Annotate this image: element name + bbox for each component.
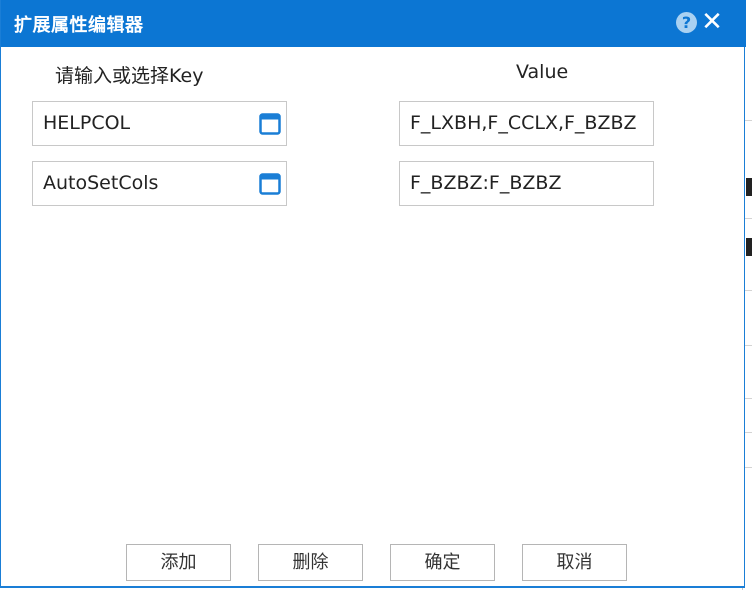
value-input-row-1[interactable]: F_LXBH,F_CCLX,F_BZBZ [399,101,654,146]
help-icon[interactable]: ? [676,12,697,33]
value-column-header: Value [516,61,569,83]
delete-button[interactable]: 删除 [258,544,363,581]
extended-property-editor-dialog: 扩展属性编辑器 ? ✕ 请输入或选择Key Value HELPCOL F_LX… [0,0,746,588]
key-input-row-2[interactable]: AutoSetCols [32,161,287,206]
value-input-row-2[interactable]: F_BZBZ:F_BZBZ [399,161,654,206]
add-button[interactable]: 添加 [126,544,231,581]
key-input-text: AutoSetCols [43,172,159,194]
dialog-title: 扩展属性编辑器 [14,15,144,36]
value-input-text: F_BZBZ:F_BZBZ [410,172,562,194]
confirm-button[interactable]: 确定 [390,544,495,581]
key-input-text: HELPCOL [43,112,131,134]
close-icon[interactable]: ✕ [701,9,723,35]
cancel-button[interactable]: 取消 [522,544,627,581]
key-column-header: 请输入或选择Key [55,65,204,87]
select-window-icon[interactable] [259,113,281,135]
value-input-text: F_LXBH,F_CCLX,F_BZBZ [410,112,637,134]
key-input-row-1[interactable]: HELPCOL [32,101,287,146]
select-window-icon[interactable] [259,173,281,195]
dialog-titlebar[interactable]: 扩展属性编辑器 ? ✕ [1,0,746,47]
